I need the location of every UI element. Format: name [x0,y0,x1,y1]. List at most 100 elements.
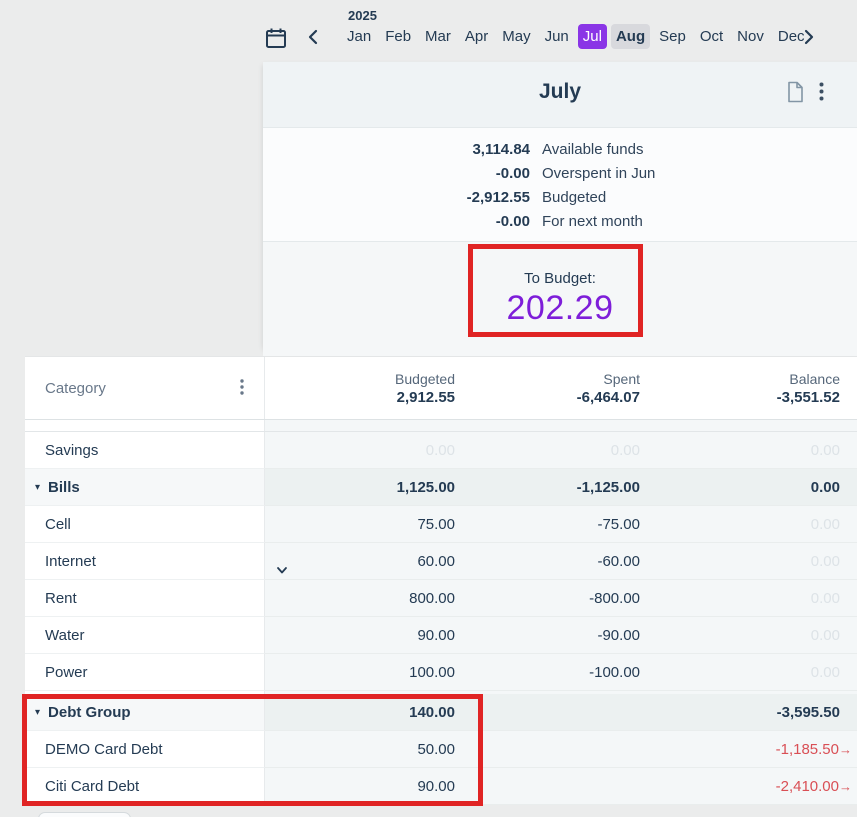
funds-label: Overspent in Jun [530,165,655,182]
budget-rows: Savings0.000.000.00▾Bills1,125.00-1,125.… [25,432,857,805]
balance-cell[interactable]: 0.00 [811,516,840,533]
prev-month-icon[interactable] [305,28,323,46]
balance-cell[interactable]: 0.00 [811,479,840,496]
column-header-spent: Spent -6,464.07 [455,371,640,406]
calendar-icon[interactable] [264,26,288,50]
month-jun[interactable]: Jun [540,24,574,49]
category-menu-icon[interactable] [240,379,252,397]
category-row-citi-card-debt: Citi Card Debt 90.00 -2,410.00→ [25,768,857,805]
group-row-debt-group: ▾Debt Group 140.00 -3,595.50 [25,694,857,731]
category-name[interactable]: Citi Card Debt [25,778,139,795]
to-budget-amount[interactable]: 202.29 [263,289,857,328]
kebab-menu-icon[interactable] [819,82,833,102]
budgeted-cell[interactable]: 140.00 [409,704,455,721]
month-aug[interactable]: Aug [611,24,650,49]
collapse-triangle-icon[interactable]: ▾ [25,482,40,493]
funds-label: For next month [530,213,643,230]
budgeted-cell[interactable]: 100.00 [409,664,455,681]
category-row-demo-card-debt: DEMO Card Debt 50.00 -1,185.50→ [25,731,857,768]
spent-cell[interactable]: -75.00 [597,516,640,533]
funds-summary-row: -0.00For next month [263,209,857,233]
category-name[interactable]: Debt Group [40,704,131,721]
column-header-balance: Balance-3,551.52 [640,371,857,406]
balance-cell[interactable]: -1,185.50 [776,741,839,758]
category-name[interactable]: Savings [25,442,98,459]
balance-cell[interactable]: 0.00 [811,627,840,644]
to-budget-section: To Budget: 202.29 [263,242,857,358]
month-apr[interactable]: Apr [460,24,493,49]
budgeted-cell[interactable]: 75.00 [417,516,455,533]
category-name[interactable]: Internet [25,553,96,570]
spent-cell[interactable]: -60.00 [597,553,640,570]
category-row-internet: Internet 60.00 -60.00 0.00 [25,543,857,580]
category-name[interactable]: Bills [40,479,80,496]
month-may[interactable]: May [497,24,535,49]
add-group-button[interactable] [38,812,131,817]
month-list: JanFebMarAprMayJunJulAugSepOctNovDec [340,24,812,49]
column-label: Budgeted [265,371,455,387]
balance-cell[interactable]: 0.00 [811,590,840,607]
table-header-totals: Budgeted 2,912.55Spent -6,464.07Balance-3,… [265,357,857,419]
month-jan[interactable]: Jan [342,24,376,49]
spent-cell[interactable]: -90.00 [597,627,640,644]
table-spacer-row [25,420,857,432]
spent-cell[interactable]: -100.00 [589,664,640,681]
month-bar: 2025 JanFebMarAprMayJunJulAugSepOctNovDe… [0,0,857,62]
balance-cell[interactable]: 0.00 [811,442,840,459]
spent-cell[interactable]: -800.00 [589,590,640,607]
balance-cell[interactable]: 0.00 [811,664,840,681]
month-panel-header: July [263,62,857,128]
budgeted-cell[interactable]: 90.00 [417,778,455,795]
funds-value: 3,114.84 [263,141,530,158]
funds-value: -0.00 [263,165,530,182]
column-header-budgeted: Budgeted 2,912.55 [265,371,455,406]
category-row-rent: Rent 800.00 -800.00 0.00 [25,580,857,617]
spent-cell[interactable]: 0.00 [611,442,640,459]
category-row-savings: Savings 0.00 0.00 0.00 [25,432,857,469]
month-title: July [263,80,857,104]
category-name[interactable]: Rent [25,590,77,607]
budgeted-cell[interactable]: 50.00 [417,741,455,758]
balance-cell[interactable]: 0.00 [811,553,840,570]
funds-value: -2,912.55 [263,189,530,206]
category-name[interactable]: Power [25,664,88,681]
funds-label: Budgeted [530,189,606,206]
balance-cell[interactable]: -3,595.50 [777,704,840,721]
month-sep[interactable]: Sep [654,24,691,49]
spent-cell[interactable]: -1,125.00 [577,479,640,496]
document-icon[interactable] [785,81,805,103]
balance-cell[interactable]: -2,410.00 [776,778,839,795]
month-mar[interactable]: Mar [420,24,456,49]
row-dropdown-chevron-icon[interactable] [275,563,291,579]
table-header: Category Budgeted 2,912.55Spent -6,464.07B… [25,357,857,420]
column-total: -6,464.07 [455,389,640,406]
month-feb[interactable]: Feb [380,24,416,49]
category-name[interactable]: Water [25,627,84,644]
column-label: Spent [455,371,640,387]
month-summary-panel: July 3,114.84Available funds-0.00Overspe… [263,62,857,350]
carryover-arrow-icon: → [839,742,852,757]
group-row-bills: ▾Bills 1,125.00 -1,125.00 0.00 [25,469,857,506]
budgeted-cell[interactable]: 1,125.00 [397,479,455,496]
collapse-triangle-icon[interactable]: ▾ [25,707,40,718]
month-oct[interactable]: Oct [695,24,728,49]
carryover-arrow-icon: → [839,779,852,794]
funds-summary-row: -2,912.55Budgeted [263,185,857,209]
category-name[interactable]: DEMO Card Debt [25,741,163,758]
funds-value: -0.00 [263,213,530,230]
column-label: Balance [640,371,840,387]
month-jul[interactable]: Jul [578,24,607,49]
budgeted-cell[interactable]: 0.00 [426,442,455,459]
budgeted-cell[interactable]: 90.00 [417,627,455,644]
to-budget-label: To Budget: [263,270,857,287]
month-nov[interactable]: Nov [732,24,769,49]
category-name[interactable]: Cell [25,516,71,533]
funds-summary-row: -0.00Overspent in Jun [263,161,857,185]
year-label: 2025 [348,8,377,23]
budgeted-cell[interactable]: 800.00 [409,590,455,607]
budgeted-cell[interactable]: 60.00 [417,553,455,570]
column-total: 2,912.55 [265,389,455,406]
category-row-cell: Cell 75.00 -75.00 0.00 [25,506,857,543]
category-column-header[interactable]: Category [25,380,106,397]
next-month-icon[interactable] [799,28,817,46]
